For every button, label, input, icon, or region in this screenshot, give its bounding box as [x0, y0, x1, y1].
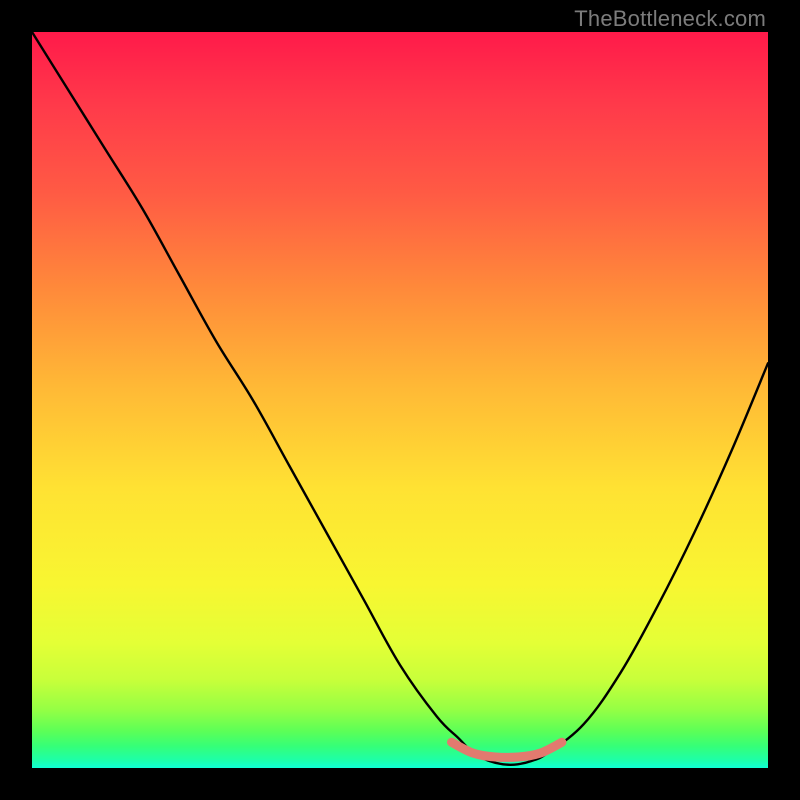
accent-bottom: [452, 742, 562, 757]
curve-layer: [32, 32, 768, 768]
chart-frame: TheBottleneck.com: [0, 0, 800, 800]
watermark-text: TheBottleneck.com: [574, 6, 766, 32]
main-curve: [32, 32, 768, 765]
plot-area: [32, 32, 768, 768]
